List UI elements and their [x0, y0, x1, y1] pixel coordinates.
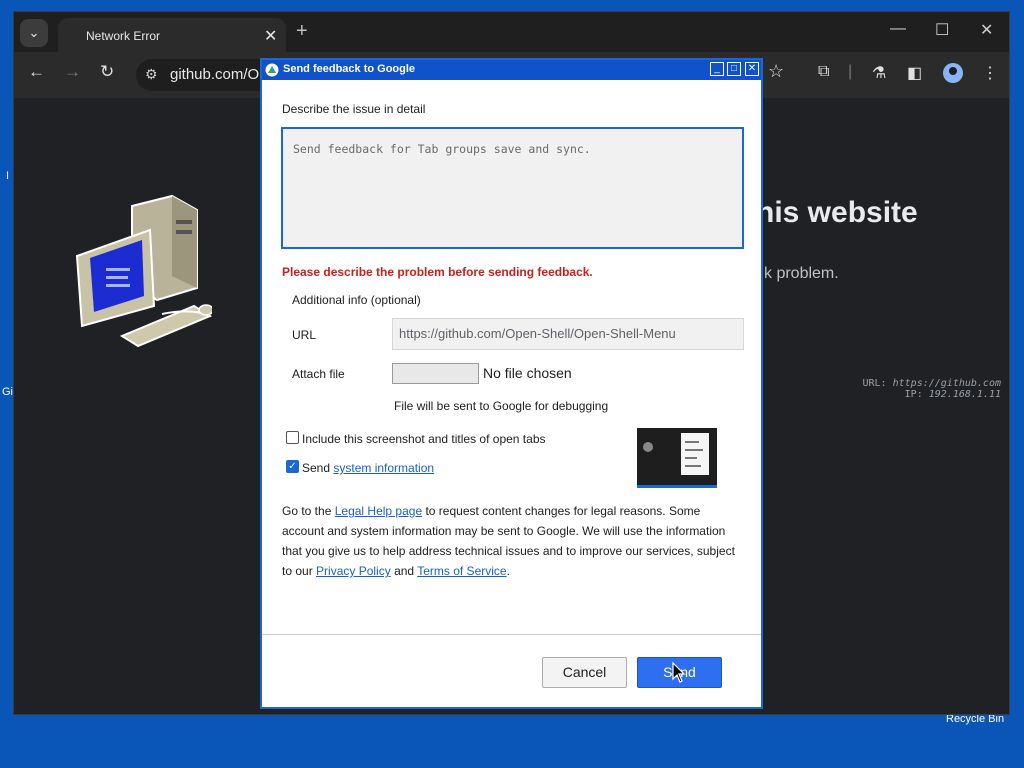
dialog-divider: [262, 634, 761, 635]
url-field[interactable]: https://github.com/Open-Shell/Open-Shell…: [392, 318, 744, 350]
bookmark-star-icon[interactable]: ☆: [768, 61, 784, 82]
error-ip-value: 192.168.1.11: [928, 389, 1001, 400]
cancel-button[interactable]: Cancel: [542, 657, 627, 688]
terms-of-service-link[interactable]: Terms of Service: [417, 564, 506, 578]
send-system-info-label: Send system information: [302, 461, 434, 475]
system-information-link[interactable]: system information: [333, 461, 434, 475]
legal-and: and: [394, 564, 415, 578]
file-note: File will be sent to Google for debuggin…: [394, 399, 609, 413]
tab-search-chevron-icon[interactable]: ⌄: [20, 19, 48, 47]
legal-text: Go to the Legal Help page to request con…: [282, 501, 744, 581]
error-text: k problem.: [764, 265, 839, 282]
error-ip-label: IP:: [904, 389, 923, 400]
feedback-dialog: Send feedback to Google _ □ ✕ Describe t…: [260, 58, 763, 709]
mouse-cursor-icon: [672, 662, 686, 683]
dialog-titlebar[interactable]: Send feedback to Google _ □ ✕: [262, 60, 761, 80]
reload-icon[interactable]: ↻: [100, 62, 114, 82]
side-panel-icon[interactable]: ◧: [907, 63, 922, 83]
dialog-close-icon[interactable]: ✕: [745, 62, 759, 76]
privacy-policy-link[interactable]: Privacy Policy: [316, 564, 391, 578]
include-screenshot-label[interactable]: Include this screenshot and titles of op…: [302, 432, 546, 446]
send-prefix: Send: [302, 461, 331, 475]
legal-period: .: [506, 564, 510, 578]
send-system-info-checkbox[interactable]: ✓: [286, 460, 299, 473]
tab-close-icon[interactable]: ✕: [264, 26, 277, 46]
legal-help-link[interactable]: Legal Help page: [335, 504, 422, 518]
back-icon[interactable]: ←: [28, 62, 45, 82]
tab-strip: ⌄ Network Error ✕ + — ☐ ✕: [14, 12, 1009, 52]
desktop-edge-label: I: [6, 170, 10, 182]
desktop-edge-label: Gi: [2, 386, 13, 398]
tab-network-error[interactable]: Network Error ✕: [58, 18, 286, 52]
describe-label: Describe the issue in detail: [282, 102, 426, 116]
choose-file-button[interactable]: Choose File: [392, 363, 479, 384]
thumbnail-dialog-preview: [681, 433, 709, 475]
error-url-value: https://github.com: [892, 378, 1001, 389]
thumbnail-graphic: [643, 442, 653, 452]
error-heading: his website: [756, 196, 918, 229]
close-window-icon[interactable]: ✕: [980, 20, 993, 40]
site-info-icon[interactable]: ⚙: [145, 66, 158, 83]
forward-icon[interactable]: →: [64, 62, 81, 82]
menu-dots-icon[interactable]: ⋮: [982, 63, 998, 83]
profile-avatar-icon[interactable]: [943, 63, 963, 83]
new-tab-plus-icon[interactable]: +: [296, 20, 308, 43]
error-details: URL: https://github.com IP: 192.168.1.11: [863, 378, 1002, 400]
validation-error: Please describe the problem before sendi…: [282, 265, 593, 279]
include-screenshot-checkbox[interactable]: [286, 431, 299, 444]
computer-illustration-icon: [75, 194, 212, 348]
maximize-icon[interactable]: ☐: [935, 20, 949, 40]
toolbar-divider: |: [848, 63, 853, 80]
tab-title: Network Error: [86, 29, 161, 43]
extensions-icon[interactable]: ⧉: [818, 63, 829, 81]
address-text[interactable]: github.com/Op: [170, 66, 268, 83]
labs-flask-icon[interactable]: ⚗: [872, 63, 886, 83]
dialog-title: Send feedback to Google: [283, 63, 416, 75]
url-label: URL: [292, 328, 317, 342]
additional-info-label: Additional info (optional): [292, 293, 421, 307]
dialog-minimize-icon[interactable]: _: [710, 62, 724, 76]
feedback-logo-icon: [265, 63, 279, 77]
feedback-textarea[interactable]: Send feedback for Tab groups save and sy…: [281, 127, 744, 249]
minimize-icon[interactable]: —: [890, 20, 906, 38]
legal-go-to: Go to the: [282, 504, 332, 518]
error-url-label: URL:: [862, 378, 887, 389]
screenshot-thumbnail[interactable]: [637, 428, 717, 488]
attach-file-label: Attach file: [292, 367, 345, 381]
dialog-maximize-icon[interactable]: □: [727, 62, 741, 76]
no-file-text: No file chosen: [483, 365, 572, 381]
